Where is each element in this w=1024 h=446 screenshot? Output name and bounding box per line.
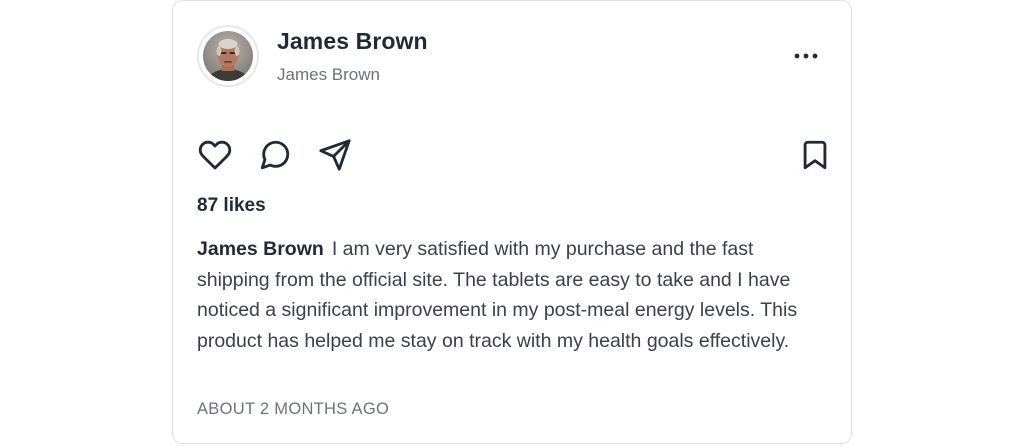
avatar[interactable]	[197, 25, 259, 87]
bookmark-icon	[803, 140, 827, 170]
like-button[interactable]	[197, 137, 233, 173]
author-name[interactable]: James Brown	[277, 28, 428, 55]
post-timestamp: ABOUT 2 MONTHS AGO	[197, 400, 390, 418]
post-caption: James Brown I am very satisfied with my p…	[197, 234, 825, 356]
post-card: James Brown James Brown 87 likes James B…	[172, 0, 852, 444]
caption-author[interactable]: James Brown	[197, 238, 324, 260]
heart-icon	[198, 140, 232, 170]
comment-icon	[260, 140, 290, 170]
likes-count[interactable]: 87 likes	[197, 195, 266, 217]
more-options-button[interactable]	[791, 45, 821, 67]
post-header: James Brown James Brown	[197, 25, 827, 89]
more-horizontal-icon	[794, 53, 818, 59]
author-handle[interactable]: James Brown	[277, 65, 380, 85]
user-photo-avatar	[203, 31, 253, 81]
save-button[interactable]	[797, 137, 833, 173]
post-actions	[197, 137, 827, 173]
comment-button[interactable]	[257, 137, 293, 173]
share-button[interactable]	[317, 137, 353, 173]
send-icon	[319, 139, 351, 171]
